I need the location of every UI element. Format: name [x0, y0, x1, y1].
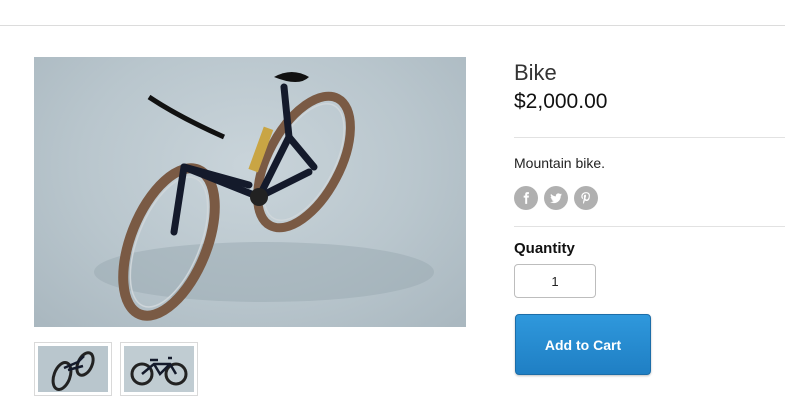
social-share-bar [514, 186, 598, 210]
facebook-icon[interactable] [514, 186, 538, 210]
product-price: $2,000.00 [514, 90, 608, 113]
product-title: Bike [514, 60, 557, 85]
quantity-input[interactable] [514, 264, 596, 298]
divider-2 [514, 226, 785, 227]
thumbnail-1[interactable] [34, 342, 112, 396]
bike-frame [170, 83, 318, 236]
product-main-image[interactable] [34, 57, 466, 327]
twitter-icon[interactable] [544, 186, 568, 210]
thumbnail-2-image [124, 346, 194, 392]
divider-1 [514, 137, 785, 138]
pinterest-icon[interactable] [574, 186, 598, 210]
thumbnail-2[interactable] [120, 342, 198, 396]
add-to-cart-button[interactable]: Add to Cart [515, 314, 651, 375]
header-divider [0, 25, 785, 26]
quantity-label: Quantity [514, 240, 575, 257]
bike-illustration [94, 72, 434, 321]
thumbnail-1-image [38, 346, 108, 392]
product-description: Mountain bike. [514, 155, 606, 171]
